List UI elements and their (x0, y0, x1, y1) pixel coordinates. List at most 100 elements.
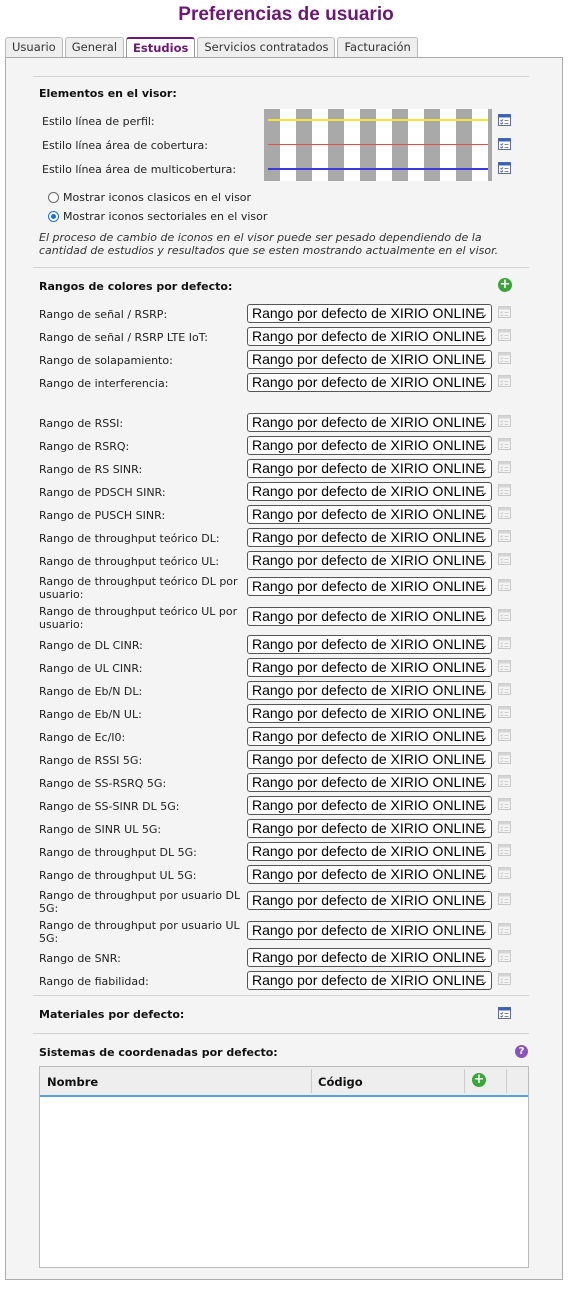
divider (33, 267, 529, 268)
sector-icons-label[interactable]: Mostrar iconos sectoriales en el visor (63, 210, 363, 223)
edit-color-range-icon (498, 351, 511, 364)
tab-usuario[interactable]: Usuario (5, 37, 63, 57)
color-range-select[interactable]: Rango por defecto de XIRIO ONLINE ⌄ (247, 528, 492, 547)
color-range-label: Rango de throughput teórico UL: (39, 555, 220, 568)
chevron-down-icon: ⌄ (479, 355, 488, 366)
multicoverage-line-label: Estilo línea área de multicobertura: (42, 163, 237, 176)
color-range-label: Rango de throughput teórico DL: (39, 532, 220, 545)
edit-coverage-line-icon[interactable] (498, 137, 511, 150)
edit-color-range-icon (498, 305, 511, 318)
edit-color-range-icon (498, 506, 511, 519)
edit-color-range-icon (498, 797, 511, 810)
color-range-select[interactable]: Rango por defecto de XIRIO ONLINE ⌄ (247, 921, 492, 940)
coordinates-table: Nombre Código + (39, 1066, 529, 1268)
add-coordinate-system-icon[interactable]: + (472, 1073, 486, 1087)
divider (33, 995, 529, 996)
color-range-select[interactable]: Rango por defecto de XIRIO ONLINE ⌄ (247, 948, 492, 967)
chevron-down-icon: ⌄ (479, 582, 488, 593)
tab-servicios-contratados[interactable]: Servicios contratados (197, 37, 336, 57)
color-range-label: Rango de UL CINR: (39, 662, 143, 675)
edit-color-range-icon (498, 636, 511, 649)
color-range-select[interactable]: Rango por defecto de XIRIO ONLINE ⌄ (247, 865, 492, 884)
color-range-select[interactable]: Rango por defecto de XIRIO ONLINE ⌄ (247, 607, 492, 626)
chevron-down-icon: ⌄ (479, 487, 488, 498)
add-color-range-icon[interactable]: + (498, 278, 512, 292)
color-range-select-value: Rango por defecto de XIRIO ONLINE (252, 682, 485, 698)
color-range-select[interactable]: Rango por defecto de XIRIO ONLINE ⌄ (247, 577, 492, 596)
color-range-select[interactable]: Rango por defecto de XIRIO ONLINE ⌄ (247, 373, 492, 392)
color-range-select-value: Rango por defecto de XIRIO ONLINE (252, 659, 485, 675)
help-icon[interactable]: ? (515, 1045, 528, 1058)
color-range-select[interactable]: Rango por defecto de XIRIO ONLINE ⌄ (247, 971, 492, 990)
edit-color-range-icon (498, 460, 511, 473)
viewer-section-title: Elementos en el visor: (39, 87, 177, 100)
color-range-select[interactable]: Rango por defecto de XIRIO ONLINE ⌄ (247, 727, 492, 746)
chevron-down-icon: ⌄ (479, 976, 488, 987)
color-range-label: Rango de PUSCH SINR: (39, 509, 166, 522)
color-range-select[interactable]: Rango por defecto de XIRIO ONLINE ⌄ (247, 750, 492, 769)
color-range-label: Rango de throughput por usuario UL 5G: (39, 919, 240, 945)
color-range-select[interactable]: Rango por defecto de XIRIO ONLINE ⌄ (247, 327, 492, 346)
chevron-down-icon: ⌄ (479, 418, 488, 429)
edit-color-range-icon (498, 659, 511, 672)
color-range-label: Rango de RSSI: (39, 417, 124, 430)
edit-color-range-icon (498, 774, 511, 787)
color-range-select-value: Rango por defecto de XIRIO ONLINE (252, 892, 485, 908)
classic-icons-label[interactable]: Mostrar iconos clasicos en el visor (63, 191, 363, 204)
color-range-select[interactable]: Rango por defecto de XIRIO ONLINE ⌄ (247, 482, 492, 501)
column-header-codigo[interactable]: Código (318, 1075, 363, 1089)
multicoverage-line-swatch (268, 168, 488, 170)
color-range-label: Rango de solapamiento: (39, 354, 173, 367)
color-range-label: Rango de SS-RSRQ 5G: (39, 777, 167, 790)
chevron-down-icon: ⌄ (479, 612, 488, 623)
column-separator (464, 1069, 465, 1093)
column-separator (311, 1069, 312, 1093)
color-range-select[interactable]: Rango por defecto de XIRIO ONLINE ⌄ (247, 459, 492, 478)
color-range-select-value: Rango por defecto de XIRIO ONLINE (252, 506, 485, 522)
color-range-select[interactable]: Rango por defecto de XIRIO ONLINE ⌄ (247, 681, 492, 700)
color-range-select-value: Rango por defecto de XIRIO ONLINE (252, 608, 485, 624)
edit-color-range-icon (498, 328, 511, 341)
column-separator (506, 1069, 507, 1093)
chevron-down-icon: ⌄ (479, 732, 488, 743)
chevron-down-icon: ⌄ (479, 309, 488, 320)
color-range-select[interactable]: Rango por defecto de XIRIO ONLINE ⌄ (247, 658, 492, 677)
color-range-select[interactable]: Rango por defecto de XIRIO ONLINE ⌄ (247, 436, 492, 455)
color-range-select[interactable]: Rango por defecto de XIRIO ONLINE ⌄ (247, 505, 492, 524)
color-range-select[interactable]: Rango por defecto de XIRIO ONLINE ⌄ (247, 551, 492, 570)
color-range-select[interactable]: Rango por defecto de XIRIO ONLINE ⌄ (247, 635, 492, 654)
tab-facturacion[interactable]: Facturación (337, 37, 418, 57)
sector-icons-radio[interactable] (48, 211, 59, 222)
color-range-select[interactable]: Rango por defecto de XIRIO ONLINE ⌄ (247, 704, 492, 723)
color-range-select[interactable]: Rango por defecto de XIRIO ONLINE ⌄ (247, 773, 492, 792)
color-range-select[interactable]: Rango por defecto de XIRIO ONLINE ⌄ (247, 304, 492, 323)
color-range-select-value: Rango por defecto de XIRIO ONLINE (252, 843, 485, 859)
color-range-select-value: Rango por defecto de XIRIO ONLINE (252, 483, 485, 499)
color-range-select[interactable]: Rango por defecto de XIRIO ONLINE ⌄ (247, 413, 492, 432)
color-range-select[interactable]: Rango por defecto de XIRIO ONLINE ⌄ (247, 350, 492, 369)
chevron-down-icon: ⌄ (479, 953, 488, 964)
edit-materials-icon[interactable] (498, 1006, 511, 1019)
chevron-down-icon: ⌄ (479, 896, 488, 907)
edit-profile-line-icon[interactable] (498, 113, 511, 126)
color-range-select[interactable]: Rango por defecto de XIRIO ONLINE ⌄ (247, 796, 492, 815)
color-range-label: Rango de DL CINR: (39, 639, 143, 652)
edit-color-range-icon (498, 483, 511, 496)
color-range-label: Rango de RSRQ: (39, 440, 130, 453)
edit-multicoverage-line-icon[interactable] (498, 161, 511, 174)
color-range-select[interactable]: Rango por defecto de XIRIO ONLINE ⌄ (247, 891, 492, 910)
color-range-select-value: Rango por defecto de XIRIO ONLINE (252, 751, 485, 767)
color-range-select[interactable]: Rango por defecto de XIRIO ONLINE ⌄ (247, 819, 492, 838)
color-range-label: Rango de SINR UL 5G: (39, 823, 162, 836)
classic-icons-radio[interactable] (48, 192, 59, 203)
color-range-label: Rango de PDSCH SINR: (39, 486, 166, 499)
color-range-select-value: Rango por defecto de XIRIO ONLINE (252, 972, 485, 988)
edit-color-range-icon (498, 949, 511, 962)
column-header-nombre[interactable]: Nombre (47, 1075, 98, 1089)
tab-general[interactable]: General (64, 37, 125, 57)
profile-line-swatch (268, 119, 488, 121)
tab-estudios[interactable]: Estudios (126, 37, 196, 59)
chevron-down-icon: ⌄ (479, 510, 488, 521)
color-range-select[interactable]: Rango por defecto de XIRIO ONLINE ⌄ (247, 842, 492, 861)
chevron-down-icon: ⌄ (479, 441, 488, 452)
